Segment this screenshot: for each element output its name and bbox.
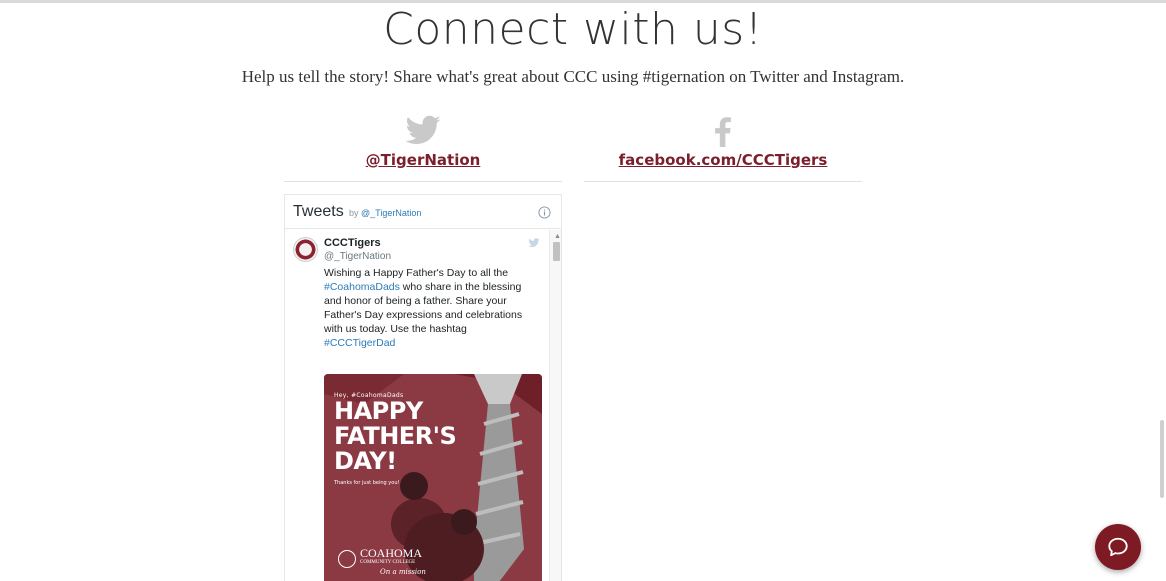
byline-handle-link[interactable]: @_TigerNation xyxy=(361,208,421,218)
top-divider xyxy=(0,0,1166,3)
tweet-text-part: Wishing a Happy Father's Day to all the xyxy=(324,267,509,279)
scroll-thumb[interactable] xyxy=(553,242,560,261)
poster-title-line: HAPPY xyxy=(334,397,423,425)
avatar[interactable] xyxy=(293,237,318,262)
twitter-bird-icon[interactable] xyxy=(527,237,541,249)
widget-byline: by @_TigerNation xyxy=(349,208,421,218)
tweet-text: Wishing a Happy Father's Day to all the #… xyxy=(324,266,536,350)
twitter-timeline-widget: Tweets by @_TigerNation CCCTigers @_Tige… xyxy=(284,194,562,581)
scroll-up-arrow-icon[interactable]: ▲ xyxy=(554,233,561,240)
poster-tagline: On a mission xyxy=(380,568,426,576)
poster-thanks: Thanks for just being you! xyxy=(334,480,400,486)
hashtag-link[interactable]: #CoahomaDads xyxy=(324,281,400,293)
tweet-author-name[interactable]: CCCTigers xyxy=(324,237,381,249)
facebook-link[interactable]: facebook.com/CCCTigers xyxy=(619,151,828,169)
tweet-item[interactable]: CCCTigers @_TigerNation Wishing a Happy … xyxy=(285,230,549,581)
tweet-author-handle[interactable]: @_TigerNation xyxy=(324,251,391,262)
twitter-column: @TigerNation xyxy=(284,112,562,182)
facebook-icon[interactable] xyxy=(703,112,743,150)
poster-college-name: COAHOMA xyxy=(360,546,423,560)
page-scrollbar-thumb[interactable] xyxy=(1160,420,1164,498)
chat-bubble-icon xyxy=(1108,537,1128,557)
info-icon[interactable] xyxy=(538,206,551,219)
facebook-column: facebook.com/CCCTigers xyxy=(584,112,862,182)
page-subtext: Help us tell the story! Share what's gre… xyxy=(241,67,905,86)
widget-scrollbar[interactable]: ▲ xyxy=(549,230,561,581)
tweet-media-image[interactable]: Hey, #CoahomaDads HAPPY FATHER'S DAY! Th… xyxy=(324,374,542,581)
poster-title-line: FATHER'S xyxy=(334,422,457,450)
twitter-bird-icon[interactable] xyxy=(403,112,443,150)
poster-title-line: DAY! xyxy=(334,447,397,475)
widget-header: Tweets by @_TigerNation xyxy=(285,195,561,229)
twitter-link[interactable]: @TigerNation xyxy=(366,151,481,169)
widget-title: Tweets xyxy=(293,203,344,220)
chat-button[interactable] xyxy=(1095,524,1141,570)
page-heading: Connect with us! xyxy=(383,4,763,55)
hashtag-link[interactable]: #CCCTigerDad xyxy=(324,337,395,349)
byline-prefix: by xyxy=(349,208,359,218)
college-seal-icon xyxy=(338,550,356,568)
poster-college-sub: COMMUNITY COLLEGE xyxy=(360,560,416,565)
